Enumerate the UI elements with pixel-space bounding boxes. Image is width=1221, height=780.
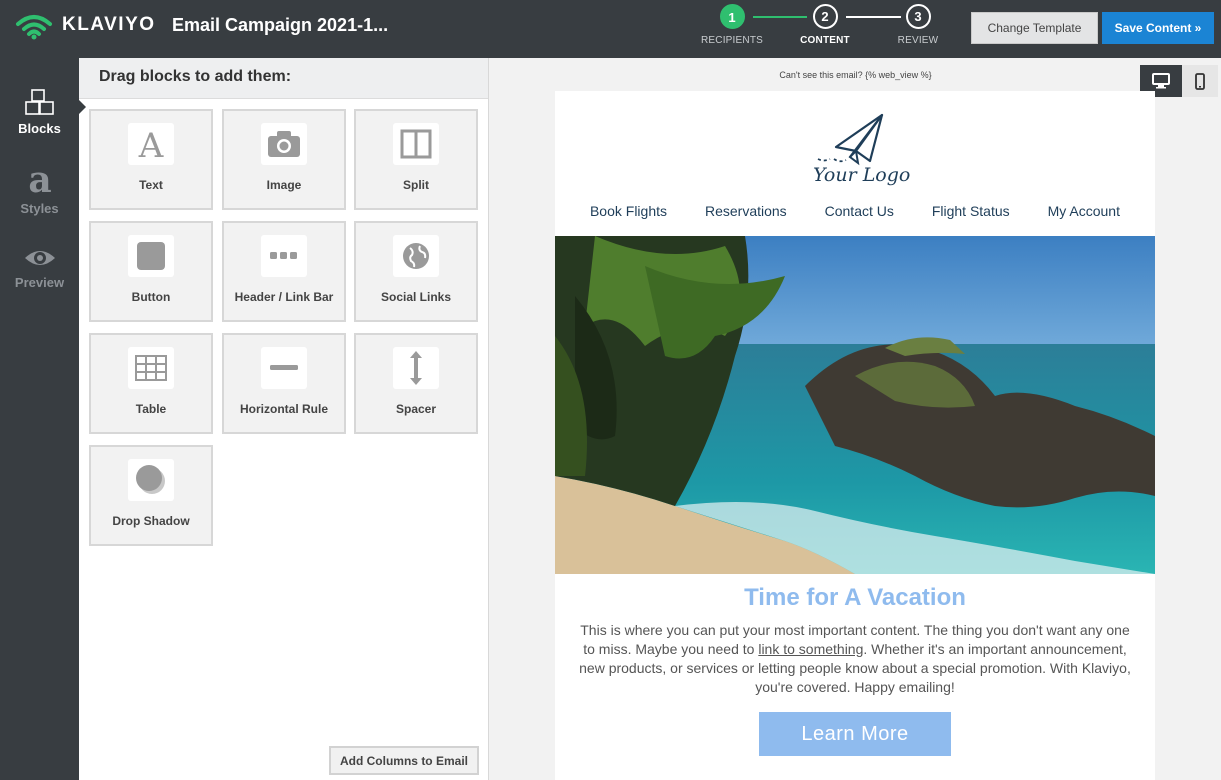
text-icon: A <box>128 123 174 165</box>
panel-heading: Drag blocks to add them: <box>79 58 488 99</box>
web-view-notice: Can't see this email? {% web_view %} <box>779 70 932 80</box>
step-review[interactable]: 3 REVIEW <box>886 4 950 46</box>
campaign-title[interactable]: Email Campaign 2021-1... <box>172 15 388 36</box>
block-drop-shadow[interactable]: Drop Shadow <box>89 445 213 546</box>
camera-icon <box>261 123 307 165</box>
add-columns-button[interactable]: Add Columns to Email <box>329 746 479 775</box>
globe-icon <box>393 235 439 277</box>
block-label: Social Links <box>380 290 452 304</box>
svg-text:a: a <box>28 162 51 196</box>
block-social-links[interactable]: Social Links <box>354 221 478 322</box>
hero-beach-image[interactable] <box>555 236 1155 574</box>
step-recipients[interactable]: 1 RECIPIENTS <box>700 4 764 46</box>
nav-link-reservations[interactable]: Reservations <box>705 203 787 219</box>
drop-shadow-icon <box>128 459 174 501</box>
step-number: 3 <box>905 4 931 29</box>
logo-text: Your Logo <box>813 164 911 186</box>
button-icon <box>128 235 174 277</box>
block-label: Horizontal Rule <box>239 402 328 416</box>
block-button[interactable]: Button <box>89 221 213 322</box>
mobile-view-toggle[interactable] <box>1182 65 1218 97</box>
email-canvas[interactable]: Your Logo Book Flights Reservations Cont… <box>555 91 1155 780</box>
block-label: Image <box>266 178 302 192</box>
step-number: 2 <box>812 4 838 29</box>
block-label: Drop Shadow <box>112 514 190 528</box>
blocks-panel: Drag blocks to add them: A Text Image Sp… <box>79 58 489 780</box>
nav-link-contact-us[interactable]: Contact Us <box>825 203 894 219</box>
step-label: CONTENT <box>800 35 850 46</box>
block-header-link-bar[interactable]: Header / Link Bar <box>222 221 346 322</box>
step-label: RECIPIENTS <box>700 35 763 46</box>
step-content[interactable]: 2 CONTENT <box>793 4 857 46</box>
learn-more-button[interactable]: Learn More <box>759 712 951 756</box>
rail-styles-label: Styles <box>20 201 59 216</box>
step-number: 1 <box>719 4 745 29</box>
rail-preview-label: Preview <box>14 275 65 290</box>
block-spacer[interactable]: Spacer <box>354 333 478 434</box>
blocks-icon <box>24 89 54 115</box>
split-icon <box>393 123 439 165</box>
block-table[interactable]: Table <box>89 333 213 434</box>
table-icon <box>128 347 174 389</box>
block-horizontal-rule[interactable]: Horizontal Rule <box>222 333 346 434</box>
change-template-button[interactable]: Change Template <box>971 12 1098 44</box>
ellipsis-icon <box>261 235 307 277</box>
klaviyo-logo[interactable]: KLAVIYO <box>14 10 156 40</box>
eye-icon <box>24 251 55 265</box>
block-split[interactable]: Split <box>354 109 478 210</box>
styles-icon: a <box>28 159 51 201</box>
block-label: Header / Link Bar <box>234 290 334 304</box>
panel-notch <box>79 100 86 114</box>
block-label: Split <box>403 178 429 192</box>
email-preview-area: Can't see this email? {% web_view %} You… <box>490 58 1221 780</box>
rail-styles[interactable]: a Styles <box>0 159 79 216</box>
wifi-logo-icon <box>16 15 52 40</box>
block-image[interactable]: Image <box>222 109 346 210</box>
save-content-button[interactable]: Save Content » <box>1102 12 1214 44</box>
nav-link-flight-status[interactable]: Flight Status <box>932 203 1010 219</box>
email-body-text[interactable]: This is where you can put your most impo… <box>573 621 1137 697</box>
horizontal-rule-icon <box>261 347 307 389</box>
nav-link-book-flights[interactable]: Book Flights <box>590 203 667 219</box>
block-label: Spacer <box>395 402 437 416</box>
vertical-arrows-icon <box>393 347 439 389</box>
block-text[interactable]: A Text <box>89 109 213 210</box>
rail-preview[interactable]: Preview <box>0 246 79 290</box>
rail-blocks[interactable]: Blocks <box>0 88 79 136</box>
body-link[interactable]: link to something <box>758 641 863 657</box>
block-label: Button <box>131 290 171 304</box>
rail-blocks-label: Blocks <box>18 121 61 136</box>
block-label: Table <box>135 402 167 416</box>
desktop-icon <box>1152 73 1170 89</box>
block-label: Text <box>139 178 163 192</box>
svg-text:A: A <box>138 127 164 161</box>
step-label: REVIEW <box>897 35 939 46</box>
mobile-icon <box>1195 72 1205 90</box>
email-nav-bar: Book Flights Reservations Contact Us Fli… <box>555 203 1155 219</box>
email-headline[interactable]: Time for A Vacation <box>555 584 1155 612</box>
progress-steps: 1 RECIPIENTS 2 CONTENT 3 REVIEW <box>700 4 950 54</box>
left-rail: Blocks a Styles Preview <box>0 58 79 780</box>
top-bar: KLAVIYO Email Campaign 2021-1... 1 RECIP… <box>0 0 1221 58</box>
brand-name: KLAVIYO <box>62 14 156 35</box>
nav-link-my-account[interactable]: My Account <box>1048 203 1120 219</box>
